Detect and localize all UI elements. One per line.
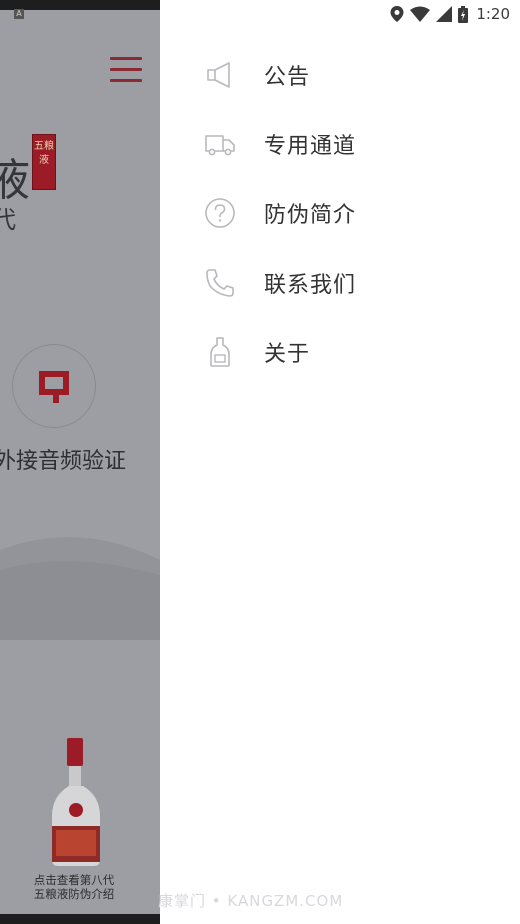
bottle-caption-line1: 点击查看第八代 <box>33 873 115 887</box>
drawer-item-label: 联系我们 <box>264 273 357 298</box>
question-circle-icon <box>204 197 236 229</box>
drawer-item-label: 防伪简介 <box>264 203 357 228</box>
status-time: 1:20 <box>476 5 510 23</box>
battery-icon <box>458 5 469 23</box>
brand-subtitle-char: 代 <box>0 206 16 234</box>
background-wave <box>0 537 160 640</box>
truck-icon <box>204 128 236 160</box>
navigation-drawer: 1:20 公告 专用通道 防伪简介 联系我们 关于 <box>160 0 520 924</box>
hamburger-menu-icon[interactable] <box>110 57 142 83</box>
signal-icon <box>436 6 453 22</box>
location-icon <box>390 6 404 22</box>
bottle-icon <box>204 336 236 368</box>
background-app: A 液 代 五粮液 外接音频验证 点击查看第八代 五粮液防伪介绍 <box>0 0 160 924</box>
watermark-text: 康掌门 • KANGZM.COM <box>158 892 344 910</box>
audio-verify-label: 外接音频验证 <box>0 449 127 474</box>
seal-text: 五粮液 <box>34 141 54 166</box>
brand-seal: 五粮液 <box>32 134 56 190</box>
drawer-item-dedicated-channel[interactable]: 专用通道 <box>160 114 520 174</box>
brand-title-char: 液 <box>0 155 30 206</box>
drawer-item-contact-us[interactable]: 联系我们 <box>160 253 520 313</box>
navigation-band <box>0 914 160 924</box>
wifi-icon <box>410 6 431 22</box>
audio-jack-icon <box>39 371 69 403</box>
bottle-caption[interactable]: 点击查看第八代 五粮液防伪介绍 <box>14 873 134 901</box>
status-bar: 1:20 <box>390 0 510 28</box>
status-band <box>0 0 160 10</box>
bottle-caption-line2: 五粮液防伪介绍 <box>33 887 115 901</box>
drawer-item-about[interactable]: 关于 <box>160 322 520 382</box>
phone-icon <box>204 267 236 299</box>
drawer-item-label: 关于 <box>264 342 311 367</box>
product-bottle-image[interactable] <box>48 738 104 868</box>
drawer-item-announcement[interactable]: 公告 <box>160 45 520 105</box>
audio-verify-button[interactable] <box>12 344 96 428</box>
drawer-item-label: 公告 <box>264 65 311 90</box>
system-notification-icon: A <box>14 9 24 19</box>
megaphone-icon <box>204 59 236 91</box>
drawer-item-label: 专用通道 <box>264 134 357 159</box>
drawer-item-anti-counterfeit[interactable]: 防伪简介 <box>160 183 520 243</box>
